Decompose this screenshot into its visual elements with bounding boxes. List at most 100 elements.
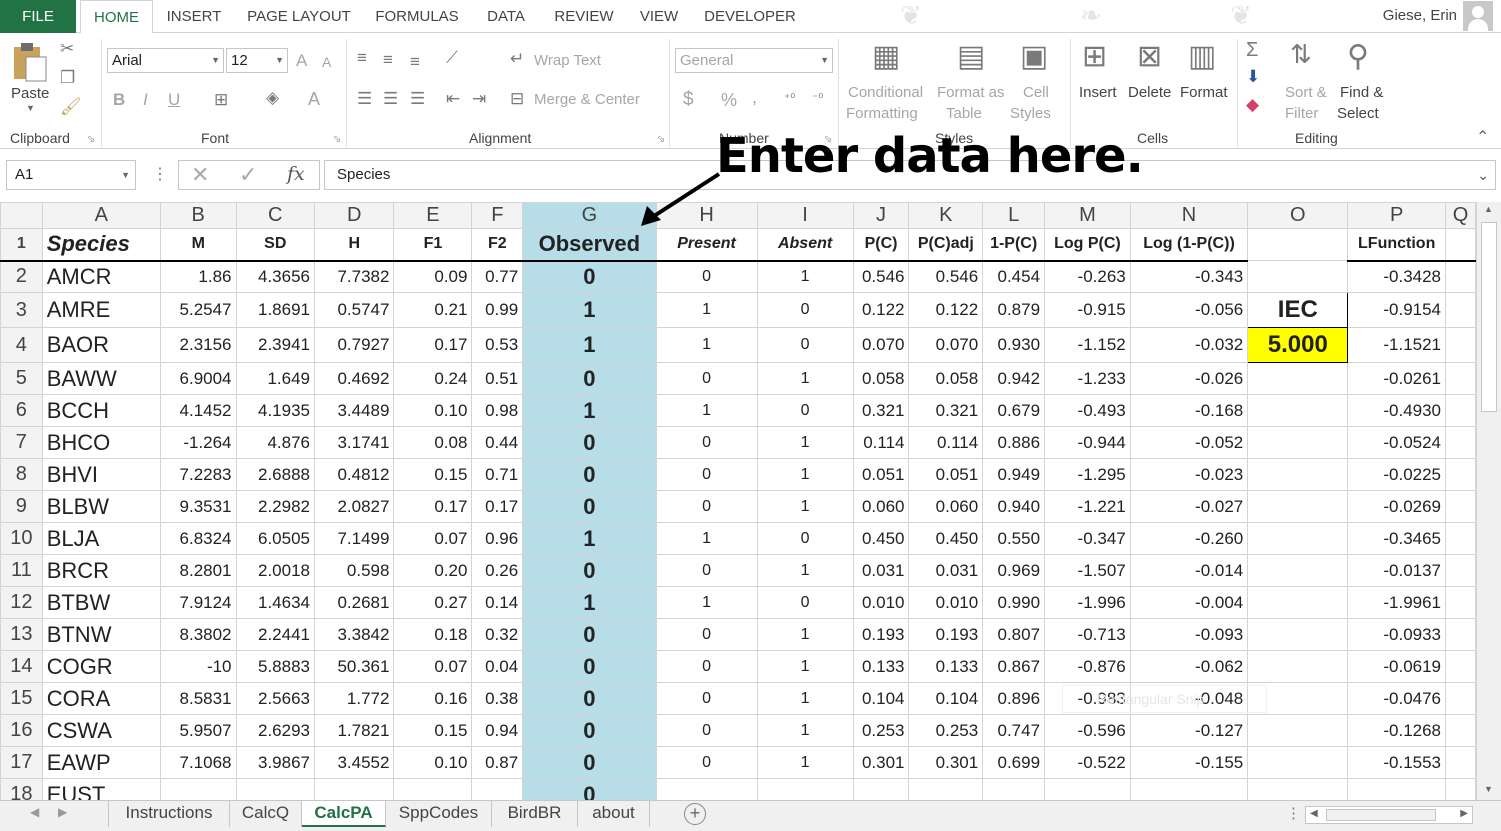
column-header-i[interactable]: I	[756, 202, 854, 229]
format-as-table-label-1[interactable]: Format as	[937, 84, 1005, 101]
cell[interactable]: 1	[655, 394, 758, 427]
cell[interactable]: -0.915	[1044, 292, 1131, 328]
header-cell[interactable]: M	[159, 228, 237, 262]
cell[interactable]	[393, 778, 473, 800]
cell[interactable]: 2.0018	[235, 554, 316, 587]
cell[interactable]: 0	[756, 394, 854, 427]
cell[interactable]: -0.127	[1129, 714, 1249, 747]
cell[interactable]: 0	[756, 586, 854, 619]
cell[interactable]: 2.5663	[235, 682, 316, 715]
merge-center-icon[interactable]: ⊟	[510, 89, 524, 109]
cell[interactable]: 0.122	[908, 292, 984, 328]
cell[interactable]: 1.649	[235, 362, 316, 395]
cell[interactable]: -0.343	[1129, 260, 1249, 293]
tab-review[interactable]: REVIEW	[548, 0, 620, 33]
cell[interactable]: 9.3531	[159, 490, 237, 523]
enter-icon[interactable]: ✓	[239, 162, 257, 188]
cell[interactable]: BAOR	[41, 327, 161, 363]
cell[interactable]: -0.3428	[1347, 260, 1447, 293]
cell[interactable]: 0	[522, 426, 657, 459]
cell[interactable]: 1.86	[159, 260, 237, 293]
insert-cells-button[interactable]: Insert	[1079, 84, 1117, 101]
cell[interactable]: 1	[522, 327, 657, 363]
cell[interactable]: 0.17	[393, 490, 473, 523]
cell[interactable]: 0	[655, 260, 758, 293]
cell[interactable]: -1.152	[1044, 327, 1131, 363]
cell[interactable]: 0	[655, 362, 758, 395]
font-color-button[interactable]: A	[308, 89, 320, 110]
sort-filter-icon[interactable]: ⇅	[1290, 39, 1312, 70]
cell[interactable]: 0	[655, 554, 758, 587]
cell[interactable]: 0.38	[471, 682, 524, 715]
column-header-n[interactable]: N	[1129, 202, 1249, 229]
cell[interactable]	[1247, 778, 1349, 800]
cell[interactable]: -1.9961	[1347, 586, 1447, 619]
cell[interactable]: -1.996	[1044, 586, 1131, 619]
row-header[interactable]: 1	[0, 228, 43, 262]
insert-function-button[interactable]: fx	[287, 163, 305, 185]
cell[interactable]: -0.056	[1129, 292, 1249, 328]
add-sheet-icon[interactable]: +	[684, 803, 706, 825]
cell[interactable]: 6.0505	[235, 522, 316, 555]
cell[interactable]: -0.596	[1044, 714, 1131, 747]
cell[interactable]	[1445, 586, 1476, 619]
clipboard-launcher-icon[interactable]: ⬂	[87, 134, 95, 145]
cell[interactable]: 0.679	[982, 394, 1046, 427]
cell[interactable]: -0.0225	[1347, 458, 1447, 491]
cell[interactable]: 1	[756, 362, 854, 395]
collapse-ribbon-icon[interactable]: ⌃	[1476, 127, 1489, 147]
cell[interactable]: 1	[756, 650, 854, 683]
cell[interactable]: 0.253	[852, 714, 910, 747]
cell[interactable]: 0.122	[852, 292, 910, 328]
cell[interactable]: 1	[756, 554, 854, 587]
cell[interactable]: 0.253	[908, 714, 984, 747]
cell[interactable]: 0	[756, 327, 854, 363]
cell[interactable]: 1	[522, 292, 657, 328]
header-cell[interactable]: LFunction	[1347, 228, 1447, 262]
cell[interactable]: 0.010	[852, 586, 910, 619]
cell[interactable]: 0.070	[908, 327, 984, 363]
cell[interactable]: 0.051	[852, 458, 910, 491]
scroll-up-icon[interactable]: ▲	[1484, 204, 1493, 214]
cell[interactable]: 0	[655, 746, 758, 779]
cell[interactable]: 4.1935	[235, 394, 316, 427]
cell[interactable]: 0.16	[393, 682, 473, 715]
cell[interactable]: 7.1068	[159, 746, 237, 779]
cell[interactable]	[1445, 426, 1476, 459]
column-header-a[interactable]: A	[41, 202, 161, 229]
cell[interactable]: -0.0933	[1347, 618, 1447, 651]
font-launcher-icon[interactable]: ⬂	[333, 134, 341, 145]
cell[interactable]: 0	[522, 490, 657, 523]
cell[interactable]: 0	[522, 682, 657, 715]
cell[interactable]: 2.3156	[159, 327, 237, 363]
cell[interactable]: 0.879	[982, 292, 1046, 328]
cell[interactable]: 1	[522, 394, 657, 427]
conditional-formatting-icon[interactable]: ▦	[872, 39, 900, 74]
cell[interactable]: -0.347	[1044, 522, 1131, 555]
name-box[interactable]: A1 ▼	[6, 160, 136, 190]
cell[interactable]	[1445, 746, 1476, 779]
cell[interactable]: CSWA	[41, 714, 161, 747]
cell[interactable]: 0.031	[908, 554, 984, 587]
column-header-o[interactable]: O	[1247, 202, 1349, 229]
cell[interactable]	[1247, 714, 1349, 747]
cell[interactable]	[1445, 682, 1476, 715]
cell[interactable]: 0.699	[982, 746, 1046, 779]
align-center-icon[interactable]: ☰	[383, 89, 398, 109]
cancel-icon[interactable]: ✕	[191, 162, 209, 188]
cell[interactable]	[471, 778, 524, 800]
cell[interactable]: 3.4489	[313, 394, 395, 427]
tab-insert[interactable]: INSERT	[160, 0, 228, 33]
cell[interactable]: 1	[756, 490, 854, 523]
cell-styles-icon[interactable]: ▣	[1020, 39, 1048, 74]
cell[interactable]: 0.114	[908, 426, 984, 459]
comma-button[interactable]: ,	[752, 87, 757, 108]
font-size-select[interactable]: 12 ▼	[226, 48, 288, 73]
cell[interactable]: -0.263	[1044, 260, 1131, 293]
cell[interactable]: 0.104	[908, 682, 984, 715]
cell[interactable]: BHCO	[41, 426, 161, 459]
cell[interactable]: 0.2681	[313, 586, 395, 619]
cell-styles-label-2[interactable]: Styles	[1010, 105, 1051, 122]
cell[interactable]: BLJA	[41, 522, 161, 555]
cell[interactable]	[1247, 458, 1349, 491]
